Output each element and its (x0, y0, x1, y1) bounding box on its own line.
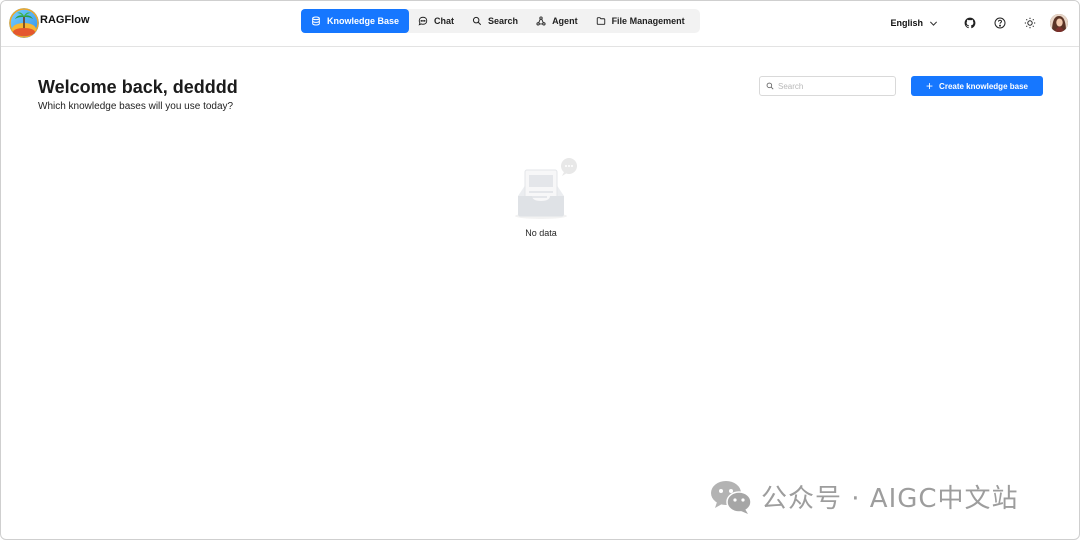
empty-state: No data (506, 156, 581, 246)
ragflow-logo-icon (9, 8, 39, 38)
sun-theme-icon (1024, 17, 1036, 29)
search-icon (472, 16, 482, 26)
knowledge-search[interactable] (759, 76, 896, 96)
nav-knowledge-base-label: Knowledge Base (327, 16, 400, 26)
welcome-subtitle: Which knowledge bases will you use today… (38, 101, 234, 112)
empty-inbox-icon (515, 158, 577, 219)
nav-file-management-label: File Management (611, 16, 685, 26)
theme-toggle-button[interactable] (1020, 13, 1040, 33)
nav-file-management[interactable]: File Management (587, 9, 694, 33)
avatar-image (1050, 14, 1068, 32)
app-name: RAGFlow (40, 14, 90, 26)
language-label: English (890, 18, 923, 28)
help-circle-icon (994, 17, 1006, 29)
nav-chat-label: Chat (434, 16, 455, 26)
nav-search-label: Search (488, 16, 519, 26)
plus-icon: + (926, 79, 934, 93)
nav-agent-label: Agent (552, 16, 578, 26)
nav-knowledge-base[interactable]: Knowledge Base (301, 9, 410, 33)
watermark: 公众号 · AIGC中文站 (709, 478, 1019, 515)
wechat-icon (711, 480, 752, 514)
create-button-label: Create knowledge base (939, 81, 1028, 91)
folder-icon (596, 17, 605, 25)
brand[interactable]: RAGFlow (9, 8, 90, 38)
app-window: RAGFlow Knowledge Base Chat Search Agent… (0, 0, 1080, 540)
chat-bubble-icon (418, 16, 428, 26)
nav-search[interactable]: Search (463, 9, 527, 33)
welcome-heading: Welcome back, dedddd (38, 77, 238, 97)
github-button[interactable] (960, 13, 980, 33)
empty-state-text: No data (525, 228, 557, 238)
nav-agent[interactable]: Agent (527, 9, 587, 33)
nav-chat[interactable]: Chat (409, 9, 463, 33)
agent-graph-icon (536, 16, 546, 26)
create-knowledge-base-button[interactable]: + Create knowledge base (911, 76, 1043, 96)
help-button[interactable] (990, 13, 1010, 33)
main-nav: Knowledge Base Chat Search Agent File Ma… (301, 9, 700, 33)
search-icon (766, 82, 774, 90)
database-icon (312, 16, 320, 26)
user-avatar[interactable] (1050, 14, 1068, 32)
language-select[interactable]: English (890, 18, 938, 28)
header-tools: English (890, 12, 1068, 34)
search-input[interactable] (778, 81, 888, 91)
watermark-text: 公众号 · AIGC中文站 (761, 484, 1019, 514)
chevron-down-icon (929, 21, 938, 26)
github-icon (964, 17, 976, 29)
top-header: RAGFlow Knowledge Base Chat Search Agent… (1, 1, 1079, 47)
